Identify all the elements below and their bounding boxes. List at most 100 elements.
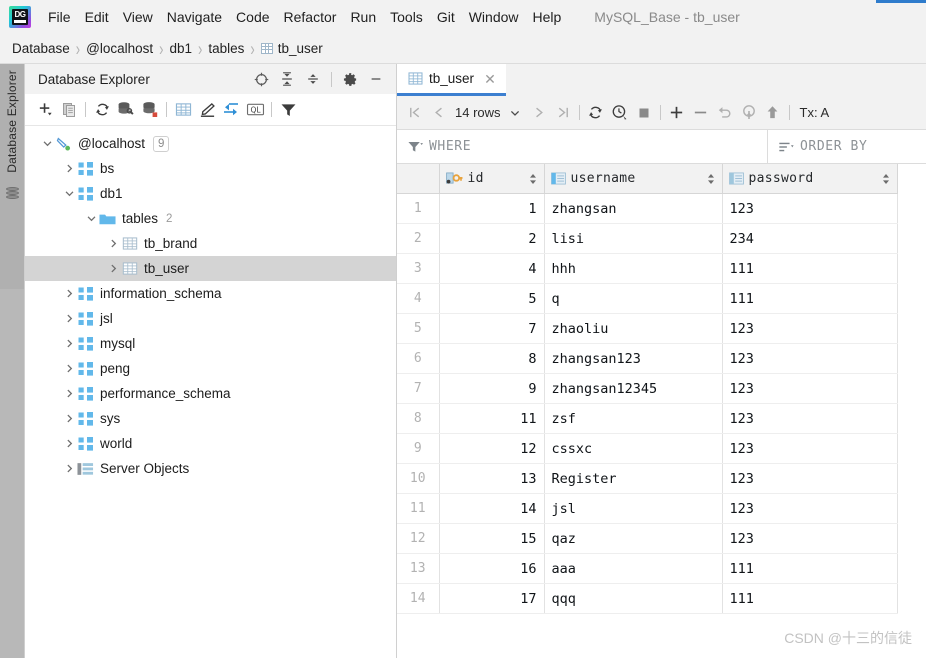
cell-id[interactable]: 9 [439,373,545,404]
cell-password[interactable]: 123 [722,493,898,524]
table-row[interactable]: 8 11 zsf 123 [397,403,898,434]
tree-node-mysql[interactable]: mysql [25,331,396,356]
add-icon[interactable] [33,99,57,121]
cell-username[interactable]: qqq [544,583,723,614]
chevron-right-icon[interactable] [105,236,121,252]
tree-node-server-objects[interactable]: Server Objects [25,456,396,481]
rollback-icon[interactable] [737,102,761,124]
tree-node-bs[interactable]: bs [25,156,396,181]
reload-icon[interactable] [584,102,608,124]
expand-all-icon[interactable] [275,68,299,90]
tree-node--localhost[interactable]: @localhost 9 [25,131,396,156]
cell-password[interactable]: 123 [722,433,898,464]
cell-username[interactable]: cssxc [544,433,723,464]
commit-icon[interactable] [761,102,785,124]
tree-node-information_schema[interactable]: information_schema [25,281,396,306]
cell-password[interactable]: 123 [722,193,898,224]
cell-password[interactable]: 111 [722,283,898,314]
database-stack-icon[interactable] [5,186,19,201]
menu-item-code[interactable]: Code [229,6,276,28]
table-row[interactable]: 10 13 Register 123 [397,463,898,494]
tree-node-jsl[interactable]: jsl [25,306,396,331]
cell-username[interactable]: zhaoliu [544,313,723,344]
menu-item-git[interactable]: Git [430,6,462,28]
cell-id[interactable]: 1 [439,193,545,224]
breadcrumb-item-db1[interactable]: db1 [169,41,192,56]
cell-username[interactable]: qaz [544,523,723,554]
cell-id[interactable]: 5 [439,283,545,314]
table-row[interactable]: 6 8 zhangsan123 123 [397,343,898,374]
chevron-right-icon[interactable] [61,336,77,352]
table-row[interactable]: 14 17 qqq 111 [397,583,898,614]
refresh-icon[interactable] [90,99,114,121]
row-count-label[interactable]: 14 rows [451,105,503,120]
add-row-icon[interactable] [665,102,689,124]
cell-password[interactable]: 123 [722,313,898,344]
table-grid-icon[interactable] [171,99,195,121]
tree-node-tb_user[interactable]: tb_user [25,256,396,281]
breadcrumb-item-database[interactable]: Database [12,41,70,56]
tree-node-world[interactable]: world [25,431,396,456]
delete-row-icon[interactable] [689,102,713,124]
table-row[interactable]: 5 7 zhaoliu 123 [397,313,898,344]
chevron-right-icon[interactable] [61,386,77,402]
tree-node-tb_brand[interactable]: tb_brand [25,231,396,256]
tree-node-sys[interactable]: sys [25,406,396,431]
menu-item-refactor[interactable]: Refactor [277,6,344,28]
chevron-right-icon[interactable] [61,286,77,302]
cell-id[interactable]: 15 [439,523,545,554]
table-row[interactable]: 7 9 zhangsan12345 123 [397,373,898,404]
stop-icon[interactable] [632,102,656,124]
chevron-right-icon[interactable] [61,411,77,427]
breadcrumb-item-tables[interactable]: tables [208,41,244,56]
menu-item-tools[interactable]: Tools [383,6,430,28]
cell-password[interactable]: 123 [722,403,898,434]
cell-username[interactable]: zhangsan123 [544,343,723,374]
settings-gear-icon[interactable] [338,68,362,90]
menu-item-window[interactable]: Window [462,6,526,28]
cell-password[interactable]: 111 [722,583,898,614]
cell-username[interactable]: zhangsan [544,193,723,224]
prev-page-icon[interactable] [427,102,451,124]
cell-username[interactable]: Register [544,463,723,494]
cell-password[interactable]: 123 [722,373,898,404]
tool-window-tab-database-explorer[interactable]: Database Explorer [5,64,19,183]
cell-id[interactable]: 13 [439,463,545,494]
menu-item-navigate[interactable]: Navigate [160,6,229,28]
cell-username[interactable]: jsl [544,493,723,524]
menu-item-help[interactable]: Help [526,6,569,28]
table-row[interactable]: 13 16 aaa 111 [397,553,898,584]
breadcrumb-item-localhost[interactable]: @localhost [86,41,153,56]
jump-to-icon[interactable] [219,99,243,121]
sort-arrows-icon[interactable] [529,173,538,185]
menu-item-view[interactable]: View [116,6,160,28]
collapse-all-icon[interactable] [301,68,325,90]
chevron-down-icon[interactable] [39,136,55,152]
filter-icon[interactable] [276,99,300,121]
cell-password[interactable]: 234 [722,223,898,254]
order-by-field[interactable]: ORDER BY [768,130,926,163]
cell-username[interactable]: zsf [544,403,723,434]
query-console-icon[interactable]: QL [243,99,267,121]
last-page-icon[interactable] [551,102,575,124]
cell-id[interactable]: 14 [439,493,545,524]
cell-password[interactable]: 123 [722,463,898,494]
next-page-icon[interactable] [527,102,551,124]
datasource-tools-icon[interactable] [114,99,138,121]
cell-id[interactable]: 12 [439,433,545,464]
cell-id[interactable]: 4 [439,253,545,284]
cell-id[interactable]: 7 [439,313,545,344]
tree-node-performance_schema[interactable]: performance_schema [25,381,396,406]
menu-item-file[interactable]: File [41,6,78,28]
column-header-password[interactable]: password [722,164,898,194]
sort-icon[interactable] [778,140,794,154]
query-history-icon[interactable] [608,102,632,124]
cell-password[interactable]: 123 [722,343,898,374]
chevron-down-icon[interactable] [61,186,77,202]
column-header-id[interactable]: id [439,164,545,194]
table-row[interactable]: 4 5 q 111 [397,283,898,314]
copy-icon[interactable] [57,99,81,121]
tree-node-db1[interactable]: db1 [25,181,396,206]
sort-arrows-icon[interactable] [882,173,891,185]
first-page-icon[interactable] [403,102,427,124]
